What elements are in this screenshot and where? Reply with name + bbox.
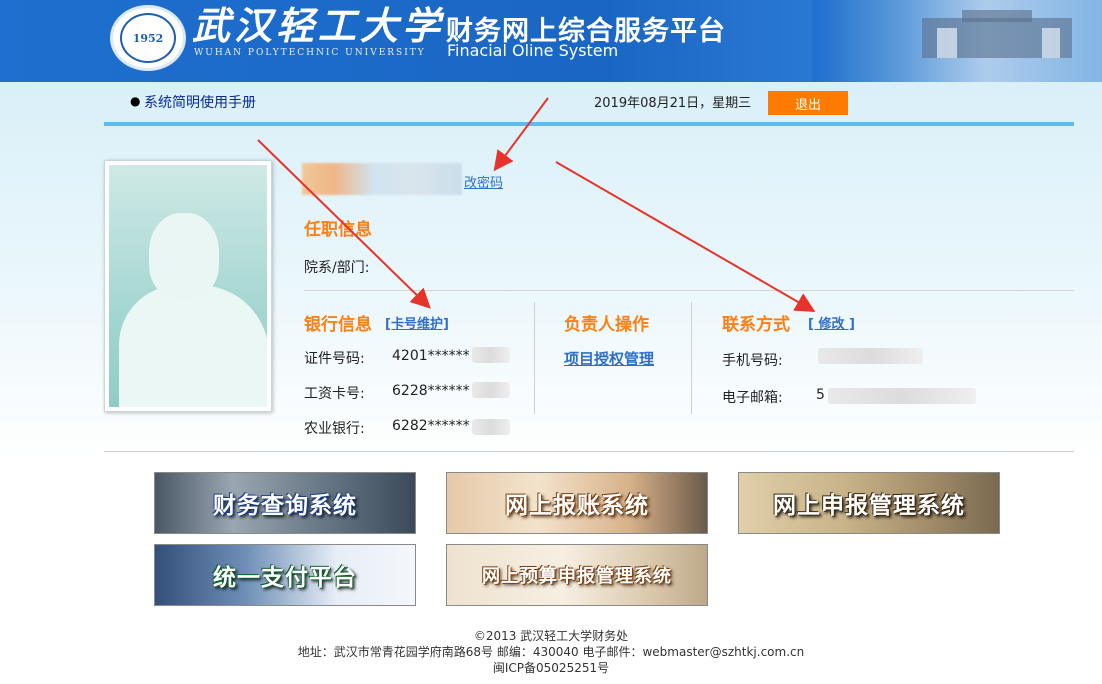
bank-row-label: 农业银行: xyxy=(304,421,365,437)
bank-row-label: 证件号码: xyxy=(304,351,365,367)
bank-row-value: 6282****** xyxy=(392,418,470,434)
phone-redaction-mask xyxy=(818,348,923,364)
tile-label: 网上申报管理系统 xyxy=(773,493,965,519)
nav-divider xyxy=(104,122,1074,126)
email-label: 电子邮箱: xyxy=(722,390,783,406)
university-english-name: WUHAN POLYTECHNIC UNIVERSITY xyxy=(194,48,426,58)
avatar-placeholder-silhouette xyxy=(109,165,267,407)
header-banner: 1952 武汉轻工大学 WUHAN POLYTECHNIC UNIVERSITY… xyxy=(0,0,1102,82)
contact-info-title: 联系方式 xyxy=(722,315,790,335)
email-redaction-mask xyxy=(828,388,976,404)
email-value-prefix: 5 xyxy=(816,387,825,403)
user-manual-link[interactable]: 系统简明使用手册 xyxy=(144,92,256,112)
current-date: 2019年08月21日，星期三 xyxy=(594,96,752,111)
tiles-divider xyxy=(104,451,1074,452)
section-divider xyxy=(304,290,1074,291)
user-name-redacted xyxy=(302,163,462,195)
university-name-logo: 武汉轻工大学 xyxy=(192,3,445,48)
tile-label: 财务查询系统 xyxy=(213,493,357,519)
campus-building-image xyxy=(812,0,1102,82)
university-seal-logo: 1952 xyxy=(110,5,186,71)
arrow-to-edit-contact xyxy=(555,161,816,313)
unified-payment-tile[interactable]: 统一支付平台 xyxy=(154,544,416,606)
page-footer: ©2013 武汉轻工大学财务处 地址：武汉市常青花园学府南路68号 邮编：430… xyxy=(0,628,1102,676)
column-divider xyxy=(691,302,692,414)
bullet-icon: ● xyxy=(130,94,141,108)
tile-label: 网上预算申报管理系统 xyxy=(482,566,672,587)
column-divider xyxy=(534,302,535,414)
bank-row-value: 6228****** xyxy=(392,383,470,399)
change-password-link[interactable]: 改密码 xyxy=(464,172,503,191)
redaction-mask xyxy=(472,382,510,398)
logout-button[interactable]: 退出 xyxy=(768,91,848,115)
footer-copyright: ©2013 武汉轻工大学财务处 xyxy=(473,629,629,643)
bank-info-title: 银行信息 xyxy=(304,315,372,335)
department-label: 院系/部门: xyxy=(304,260,370,276)
redaction-mask xyxy=(472,347,510,363)
seal-year: 1952 xyxy=(120,13,176,63)
project-authorization-link[interactable]: 项目授权管理 xyxy=(564,348,654,369)
bank-row-label: 工资卡号: xyxy=(304,386,365,402)
finance-query-system-tile[interactable]: 财务查询系统 xyxy=(154,472,416,534)
bank-row-value: 4201****** xyxy=(392,348,470,364)
card-maintain-link[interactable]: [卡号维护] xyxy=(385,313,449,332)
footer-icp: 闽ICP备05025251号 xyxy=(492,661,610,675)
footer-address: 地址：武汉市常青花园学府南路68号 邮编：430040 电子邮件：webmast… xyxy=(297,645,805,659)
employment-info-title: 任职信息 xyxy=(304,220,372,240)
budget-declaration-tile[interactable]: 网上预算申报管理系统 xyxy=(446,544,708,606)
user-avatar xyxy=(104,160,272,412)
online-declaration-tile[interactable]: 网上申报管理系统 xyxy=(738,472,1000,534)
redaction-mask xyxy=(472,419,510,435)
top-nav-bar: ● 系统简明使用手册 2019年08月21日，星期三 退出 xyxy=(104,82,1074,124)
system-subtitle: Finacial Oline System xyxy=(447,41,619,60)
tile-label: 统一支付平台 xyxy=(213,565,357,591)
online-reimbursement-tile[interactable]: 网上报账系统 xyxy=(446,472,708,534)
manager-ops-title: 负责人操作 xyxy=(564,315,649,335)
tile-label: 网上报账系统 xyxy=(505,493,649,519)
phone-label: 手机号码: xyxy=(722,353,783,369)
edit-contact-link[interactable]: [ 修改 ] xyxy=(808,313,855,332)
